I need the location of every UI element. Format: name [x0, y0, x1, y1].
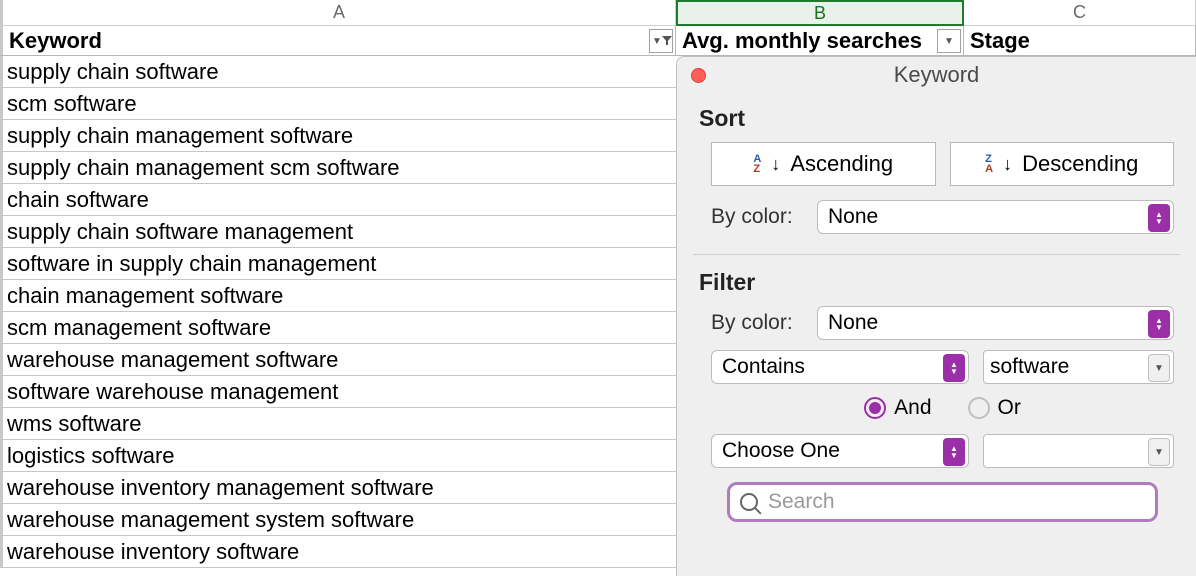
- condition2-select[interactable]: Choose One ▲▼: [711, 434, 969, 468]
- col-header-a[interactable]: A: [0, 0, 676, 26]
- sort-by-color-value: None: [828, 205, 878, 229]
- or-label: Or: [998, 396, 1021, 420]
- chevron-down-icon: ▼: [652, 36, 662, 47]
- panel-title: Keyword: [677, 62, 1196, 88]
- filter-by-color-value: None: [828, 311, 878, 335]
- az-ascending-icon: AZ: [753, 154, 761, 174]
- sort-ascending-label: Ascending: [790, 151, 893, 177]
- divider: [693, 254, 1180, 255]
- cell: software warehouse management: [7, 379, 338, 405]
- chevron-down-icon: ▼: [1148, 438, 1170, 466]
- value1-text: software: [990, 355, 1069, 379]
- cell: supply chain management software: [7, 123, 353, 149]
- chevron-down-icon: ▼: [1148, 354, 1170, 382]
- sort-ascending-button[interactable]: AZ ↓ Ascending: [711, 142, 936, 186]
- cell: supply chain management scm software: [7, 155, 400, 181]
- radio-on-icon: [864, 397, 886, 419]
- chevron-down-icon: ▼: [944, 36, 954, 47]
- cell: wms software: [7, 411, 141, 437]
- sort-by-color-select[interactable]: None ▲▼: [817, 200, 1174, 234]
- cell: warehouse management software: [7, 347, 338, 373]
- condition1-select[interactable]: Contains ▲▼: [711, 350, 969, 384]
- cell: supply chain software: [7, 59, 219, 85]
- cell: chain management software: [7, 283, 283, 309]
- search-input[interactable]: Search: [727, 482, 1158, 522]
- and-label: And: [894, 396, 931, 420]
- value2-input[interactable]: ▼: [983, 434, 1174, 468]
- col-header-b[interactable]: B: [676, 0, 964, 26]
- and-radio[interactable]: And: [864, 396, 931, 420]
- filter-panel: Keyword Sort AZ ↓ Ascending ZA ↓ Descend…: [676, 56, 1196, 576]
- column-letter-row: A B C: [0, 0, 1196, 26]
- down-arrow-icon: ↓: [1003, 154, 1012, 175]
- sort-by-color-label: By color:: [711, 205, 803, 229]
- down-arrow-icon: ↓: [771, 154, 780, 175]
- filter-dropdown-b[interactable]: ▼: [937, 29, 961, 53]
- cell: logistics software: [7, 443, 175, 469]
- funnel-icon: [662, 36, 670, 46]
- updown-icon: ▲▼: [1148, 310, 1170, 338]
- cell: scm software: [7, 91, 137, 117]
- updown-icon: ▲▼: [1148, 204, 1170, 232]
- header-keyword-label: Keyword: [9, 28, 102, 54]
- col-header-c[interactable]: C: [964, 0, 1196, 26]
- condition2-value: Choose One: [722, 439, 840, 463]
- cell: warehouse inventory management software: [7, 475, 434, 501]
- cell: chain software: [7, 187, 149, 213]
- cell: warehouse inventory software: [7, 539, 299, 565]
- cell: supply chain software management: [7, 219, 353, 245]
- condition1-value: Contains: [722, 355, 805, 379]
- header-avg-searches[interactable]: Avg. monthly searches ▼: [676, 26, 964, 55]
- or-radio[interactable]: Or: [968, 396, 1021, 420]
- header-avg-searches-label: Avg. monthly searches: [682, 28, 922, 54]
- sort-heading: Sort: [699, 105, 1174, 132]
- filter-heading: Filter: [699, 269, 1174, 296]
- za-descending-icon: ZA: [985, 154, 993, 174]
- updown-icon: ▲▼: [943, 354, 965, 382]
- updown-icon: ▲▼: [943, 438, 965, 466]
- field-header-row: Keyword ▼ Avg. monthly searches ▼ Stage: [0, 26, 1196, 56]
- search-placeholder: Search: [768, 490, 835, 514]
- panel-header: Keyword: [677, 57, 1196, 93]
- filter-by-color-label: By color:: [711, 311, 803, 335]
- cell: scm management software: [7, 315, 271, 341]
- filter-section: Filter By color: None ▲▼ Contains ▲▼ sof…: [677, 257, 1196, 526]
- cell: software in supply chain management: [7, 251, 376, 277]
- cell: warehouse management system software: [7, 507, 414, 533]
- filter-by-color-select[interactable]: None ▲▼: [817, 306, 1174, 340]
- logic-radio-group: And Or: [699, 396, 1174, 420]
- search-icon: [740, 493, 758, 511]
- value1-input[interactable]: software ▼: [983, 350, 1174, 384]
- sort-descending-label: Descending: [1022, 151, 1138, 177]
- sort-section: Sort AZ ↓ Ascending ZA ↓ Descending By c…: [677, 93, 1196, 248]
- header-stage[interactable]: Stage: [964, 26, 1196, 55]
- radio-off-icon: [968, 397, 990, 419]
- filter-dropdown-a[interactable]: ▼: [649, 29, 673, 53]
- sort-descending-button[interactable]: ZA ↓ Descending: [950, 142, 1175, 186]
- header-stage-label: Stage: [970, 28, 1030, 54]
- header-keyword[interactable]: Keyword ▼: [0, 26, 676, 55]
